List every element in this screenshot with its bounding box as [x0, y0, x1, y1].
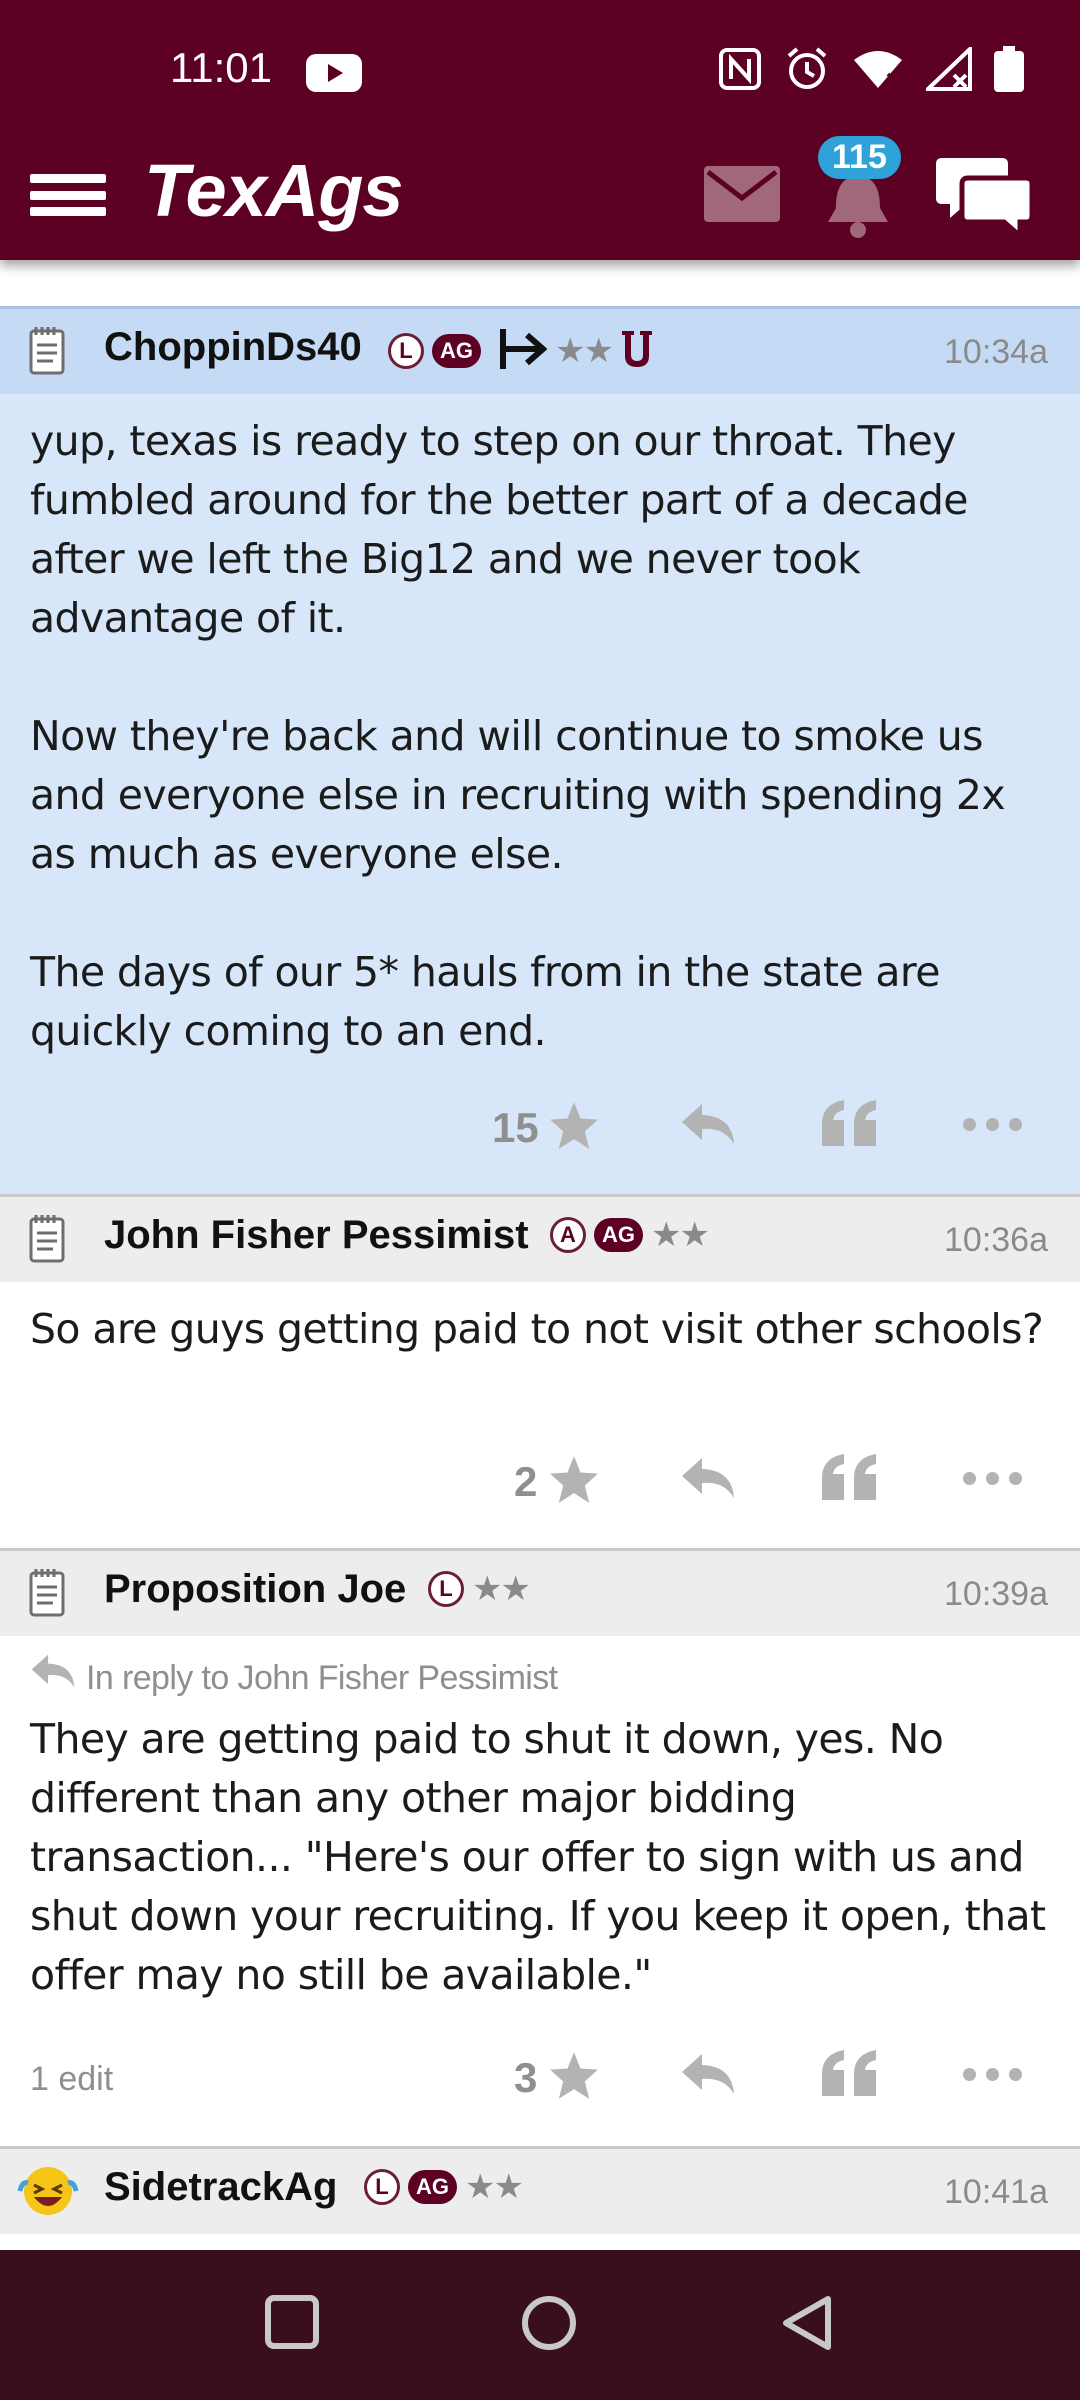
post-username[interactable]: SidetrackAg	[104, 2165, 337, 2210]
notification-count-badge[interactable]: 115	[818, 136, 901, 179]
arrow-bar-icon	[499, 327, 548, 375]
post-username[interactable]: John Fisher Pessimist	[104, 1213, 529, 1258]
badge-ag: AG	[408, 2170, 457, 2204]
quote-icon[interactable]	[820, 2048, 880, 2104]
chat-icon[interactable]	[936, 154, 1035, 242]
badge-letter: L	[364, 2169, 400, 2205]
user-stars: ★★	[651, 1215, 710, 1255]
post: SidetrackAg L AG ★★ 10:41a	[0, 2146, 1080, 2250]
reply-icon[interactable]	[680, 1102, 736, 1150]
system-nav-bar	[0, 2250, 1080, 2400]
post-header: SidetrackAg L AG ★★ 10:41a	[0, 2146, 1080, 2234]
post-body: yup, texas is ready to step on our throa…	[0, 394, 1080, 1061]
post: John Fisher Pessimist A AG ★★ 10:36a So …	[0, 1194, 1080, 1548]
app-header: TexAgs 115	[0, 136, 1080, 260]
youtube-notification-icon	[306, 54, 362, 96]
post-time: 10:34a	[944, 333, 1048, 371]
reply-reference[interactable]: In reply to John Fisher Pessimist	[30, 1646, 1050, 1710]
post-document-icon[interactable]	[28, 1213, 68, 1269]
star-icon[interactable]	[548, 2050, 600, 2104]
more-options-icon[interactable]	[963, 1472, 1022, 1485]
post: ChoppinDs40 L AG ★★ 10:34a yup, texas is…	[0, 306, 1080, 1194]
reply-icon[interactable]	[680, 1456, 736, 1504]
post-header: ChoppinDs40 L AG ★★ 10:34a	[0, 306, 1080, 394]
badge-ag: AG	[432, 334, 481, 368]
edit-note[interactable]: 1 edit	[30, 2060, 113, 2099]
laughing-emoji-avatar-icon[interactable]	[16, 2161, 80, 2225]
post-body: So are guys getting paid to not visit ot…	[0, 1282, 1080, 1359]
user-stars: ★★	[472, 1569, 531, 1609]
post-time: 10:39a	[944, 1575, 1048, 1613]
badge-letter: L	[428, 1571, 464, 1607]
battery-icon	[994, 46, 1024, 96]
alarm-icon	[784, 46, 830, 96]
quote-icon[interactable]	[820, 1098, 880, 1154]
menu-icon[interactable]	[30, 160, 106, 230]
badge-letter: L	[388, 333, 424, 369]
like-count: 2	[514, 1458, 538, 1505]
like-count: 15	[492, 1104, 539, 1151]
more-options-icon[interactable]	[963, 1118, 1022, 1131]
texags-logo[interactable]: TexAgs	[144, 148, 404, 233]
signal-icon	[923, 44, 972, 95]
status-bar: 11:01	[0, 0, 1080, 140]
post-actions: 2	[0, 1442, 1080, 1522]
post-header: John Fisher Pessimist A AG ★★ 10:36a	[0, 1194, 1080, 1282]
post-username[interactable]: ChoppinDs40	[104, 325, 362, 370]
post-username[interactable]: Proposition Joe	[104, 1567, 406, 1612]
home-icon[interactable]	[520, 2294, 578, 2356]
user-stars: ★★	[465, 2167, 524, 2207]
post-time: 10:41a	[944, 2173, 1048, 2211]
mail-icon[interactable]	[704, 166, 780, 226]
post-paragraph: yup, texas is ready to step on our throa…	[30, 417, 968, 642]
badge-letter: A	[550, 1217, 586, 1253]
post-paragraph: Now they're back and will continue to sm…	[30, 712, 1006, 878]
user-stars: ★★	[555, 331, 614, 371]
post-actions: 1 edit 3	[0, 2038, 1080, 2118]
more-options-icon[interactable]	[963, 2068, 1022, 2081]
post-time: 10:36a	[944, 1221, 1048, 1259]
wifi-icon	[852, 48, 904, 94]
post-paragraph: So are guys getting paid to not visit ot…	[30, 1305, 1044, 1353]
post-paragraph: They are getting paid to shut it down, y…	[30, 1715, 1046, 1999]
post-document-icon[interactable]	[28, 325, 68, 381]
badge-ag: AG	[594, 1218, 643, 1252]
post-document-icon[interactable]	[28, 1567, 68, 1623]
star-icon[interactable]	[548, 1100, 600, 1154]
post-header: Proposition Joe L ★★ 10:39a	[0, 1548, 1080, 1636]
post-paragraph: The days of our 5* hauls from in the sta…	[30, 948, 940, 1055]
longhorn-u-icon	[620, 329, 654, 373]
post: Proposition Joe L ★★ 10:39a In reply to …	[0, 1548, 1080, 2146]
post-actions: 15	[0, 1088, 1080, 1168]
post-body: In reply to John Fisher Pessimist They a…	[0, 1636, 1080, 2005]
recent-apps-icon[interactable]	[264, 2294, 320, 2354]
reply-icon[interactable]	[680, 2052, 736, 2100]
reply-reference-text: In reply to John Fisher Pessimist	[86, 1658, 558, 1697]
reply-icon	[30, 1649, 76, 1708]
quote-icon[interactable]	[820, 1452, 880, 1508]
status-time: 11:01	[170, 44, 272, 91]
like-count: 3	[514, 2054, 538, 2101]
star-icon[interactable]	[548, 1454, 600, 1508]
nfc-icon	[718, 47, 762, 95]
back-icon[interactable]	[780, 2294, 834, 2356]
